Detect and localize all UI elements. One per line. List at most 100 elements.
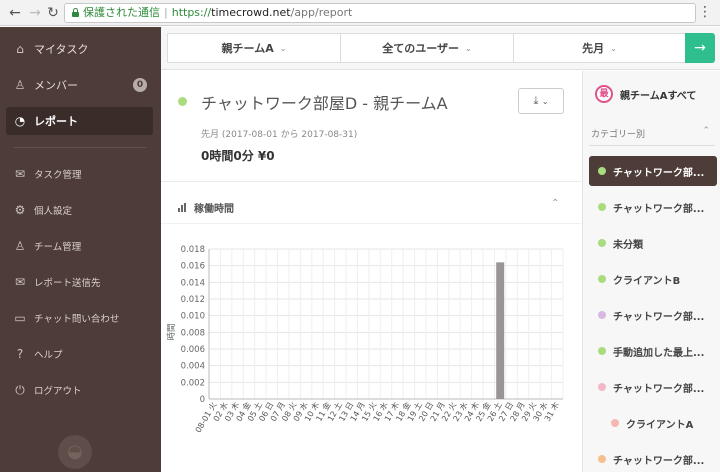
home-icon: ⌂ [16, 42, 24, 56]
browser-menu-icon[interactable]: ⋮ [698, 3, 712, 21]
report-panel: チャットワーク部屋D - 親チームA ⤓ ⌄ 先月 (2017-08-01 から… [161, 71, 581, 472]
category-label: 未分類 [613, 239, 643, 251]
team-filter-value: 親チームA [221, 42, 274, 55]
sidebar-item-label: 個人設定 [34, 206, 73, 217]
section-header: 稼働時間 [178, 200, 234, 215]
chevron-down-icon: ⌄ [610, 43, 617, 53]
chevron-up-icon[interactable]: ⌃ [551, 198, 559, 209]
team-all-link[interactable]: 最 親チームAすべて [595, 85, 696, 103]
report-period: 先月 (2017-08-01 から 2017-08-31) [201, 127, 357, 140]
sidebar-item-label: レポート送信先 [34, 278, 101, 289]
sidebar-item-chat-support[interactable]: ▭ チャット問い合わせ [6, 304, 153, 332]
member-count-badge: 0 [133, 78, 147, 92]
sidebar-item-task-management[interactable]: ✉ タスク管理 [6, 160, 153, 188]
secure-label: 保護された通信 [83, 6, 160, 19]
sidebar-item-members[interactable]: ♙ メンバー 0 [6, 71, 153, 99]
sidebar-item-team-management[interactable]: ♙ チーム管理 [6, 232, 153, 260]
download-button[interactable]: ⤓ ⌄ [518, 88, 564, 114]
y-tick-label: 0.008 [181, 328, 205, 338]
chart-bar [496, 262, 505, 399]
sidebar-item-my-tasks[interactable]: ⌂ マイタスク [6, 35, 153, 63]
sidebar-item-report[interactable]: ◔ レポート [6, 107, 153, 135]
status-dot [178, 97, 187, 106]
chevron-down-icon: ⌄ [279, 43, 287, 53]
sidebar-item-personal-settings[interactable]: ⚙ 個人設定 [6, 196, 153, 224]
period-filter-value: 先月 [582, 42, 605, 55]
y-tick-label: 0.016 [181, 262, 205, 272]
team-all-label: 親チームAすべて [620, 90, 697, 102]
lock-icon [71, 8, 80, 17]
sidebar-item-label: ログアウト [34, 386, 82, 397]
category-color-dot [598, 275, 606, 283]
period-filter-dropdown[interactable]: 先月 ⌄ [513, 33, 686, 63]
category-color-dot [598, 383, 606, 391]
report-totals: 0時間0分 ¥0 [201, 149, 275, 163]
user-filter-value: 全てのユーザー [382, 42, 460, 55]
sidebar-item-label: ヘルプ [34, 350, 63, 361]
reload-icon[interactable]: ↻ [44, 4, 62, 22]
category-color-dot [611, 419, 619, 427]
apply-filter-button[interactable]: → [685, 33, 715, 63]
sidebar-item-label: チャット問い合わせ [34, 314, 120, 325]
category-color-dot [598, 167, 606, 175]
category-item[interactable]: チャットワーク部... [589, 192, 717, 222]
divider [161, 181, 581, 182]
sidebar-item-label: タスク管理 [34, 170, 82, 181]
sidebar-item-report-recipients[interactable]: ✉ レポート送信先 [6, 268, 153, 296]
power-icon: ⏻ [15, 382, 25, 397]
category-color-dot [598, 311, 606, 319]
category-label: チャットワーク部... [613, 167, 705, 179]
gear-icon: ⚙ [14, 203, 26, 217]
y-tick-label: 0.014 [181, 278, 205, 288]
help-icon: ? [16, 347, 24, 361]
sidebar-item-help[interactable]: ? ヘルプ [6, 340, 153, 368]
filter-bar: 親チームA ⌄ 全てのユーザー ⌄ 先月 ⌄ → [161, 27, 720, 70]
category-panel: 最 親チームAすべて カテゴリー別 ⌃ チャットワーク部... チャットワーク部.… [582, 71, 720, 472]
bar-chart-icon [178, 203, 188, 212]
chat-icon: ▭ [14, 311, 26, 325]
y-axis-label: 時間 [167, 323, 177, 340]
address-bar[interactable]: 保護された通信 | https://timecrowd.net/app/report [64, 3, 696, 23]
arrow-right-icon: → [694, 40, 706, 56]
category-item[interactable]: 手動追加した最上... [589, 336, 717, 366]
category-label: チャットワーク部... [613, 455, 705, 467]
team-filter-dropdown[interactable]: 親チームA ⌄ [167, 33, 341, 63]
category-item[interactable]: クライアントA [589, 408, 717, 438]
sidebar-divider [14, 147, 146, 148]
url-host: timecrowd.net [211, 6, 291, 19]
chevron-up-icon[interactable]: ⌃ [702, 126, 710, 136]
y-tick-label: 0.004 [181, 362, 205, 372]
category-item[interactable]: チャットワーク部... [589, 372, 717, 402]
category-color-dot [598, 239, 606, 247]
y-tick-label: 0.006 [181, 345, 205, 355]
sidebar-item-label: チーム管理 [34, 242, 82, 253]
sidebar-item-logout[interactable]: ⏻ ログアウト [6, 376, 153, 404]
back-arrow-icon[interactable]: ← [6, 4, 24, 22]
chevron-down-icon: ⌄ [541, 97, 549, 106]
url-protocol: https:// [171, 6, 212, 19]
category-item[interactable]: チャットワーク部... [589, 444, 717, 472]
download-icon: ⤓ [533, 94, 539, 107]
chevron-down-icon: ⌄ [465, 43, 472, 53]
period-range: (2017-08-01 から 2017-08-31) [221, 130, 358, 140]
inbox-icon: ✉ [14, 167, 26, 181]
category-label: チャットワーク部... [613, 203, 705, 215]
team-badge-icon: 最 [595, 85, 613, 103]
category-item[interactable]: チャットワーク部... [589, 300, 717, 330]
category-color-dot [598, 203, 606, 211]
section-title: 稼働時間 [194, 204, 234, 215]
category-item[interactable]: チャットワーク部... [589, 156, 717, 186]
category-item[interactable]: クライアントB [589, 264, 717, 294]
browser-toolbar: ← → ↻ 保護された通信 | https://timecrowd.net/app/… [0, 0, 720, 26]
user-filter-dropdown[interactable]: 全てのユーザー ⌄ [340, 33, 514, 63]
forward-arrow-icon[interactable]: → [26, 4, 44, 22]
category-label: クライアントB [613, 275, 681, 287]
category-item[interactable]: 未分類 [589, 228, 717, 258]
brand-logo-icon: ◒ [58, 435, 92, 469]
category-section-label: カテゴリー別 [591, 130, 646, 140]
y-tick-label: 0.012 [181, 295, 205, 305]
work-hours-chart: 0 0.002 0.004 0.006 0.008 0.010 0.012 0.014 0.01… [167, 245, 564, 434]
sidebar-item-label: レポート [34, 115, 78, 128]
sidebar: ⌂ マイタスク ♙ メンバー 0 ◔ レポート ✉ タスク管理 ⚙ 個人設定 ♙… [0, 27, 161, 472]
person-icon: ♙ [14, 78, 26, 92]
